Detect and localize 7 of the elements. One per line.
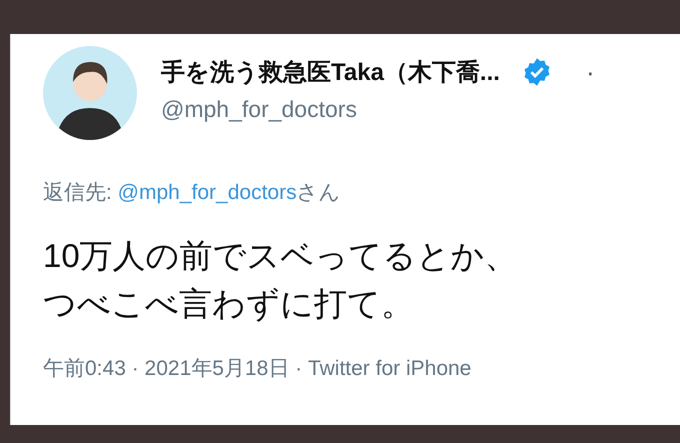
tweet-timestamp: 午前0:43 · 2021年5月18日 · Twitter for iPhone: [43, 356, 472, 382]
reply-to-line: 返信先: @mph_for_doctorsさん: [43, 180, 342, 206]
more-button[interactable]: ·: [586, 59, 595, 85]
avatar-icon[interactable]: [43, 46, 137, 140]
author-name[interactable]: 手を洗う救急医Taka（木下喬...: [161, 56, 500, 88]
tweet-text: 10万人の前でスベってるとか、 つべこべ言わずに打て。: [43, 236, 519, 324]
author-handle: @mph_for_doctors: [161, 96, 358, 123]
